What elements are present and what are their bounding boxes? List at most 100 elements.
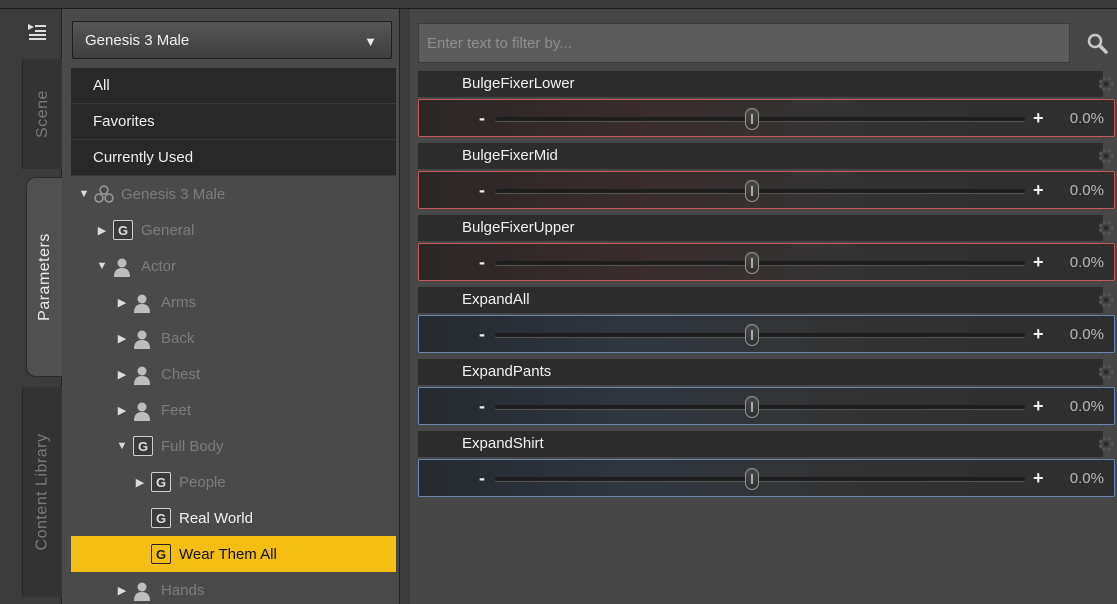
parameters-pane: Enter text to filter by... BulgeFixerLow…: [400, 9, 1117, 604]
tree-item-back[interactable]: ▶ Back: [71, 320, 396, 356]
decrement-button[interactable]: -: [479, 468, 485, 489]
tree-item-genesis-3-male[interactable]: ▼ Genesis 3 Male: [71, 176, 396, 212]
tree-item-label: Feet: [161, 401, 192, 419]
tab-scene-label: Scene: [33, 90, 51, 138]
filter-currently-used[interactable]: Currently Used: [71, 140, 396, 176]
tree-item-feet[interactable]: ▶ Feet: [71, 392, 396, 428]
parameter-label: ExpandPants: [418, 359, 1103, 385]
parameter-slider[interactable]: - + 0.0%: [418, 459, 1115, 497]
decrement-button[interactable]: -: [479, 180, 485, 201]
increment-button[interactable]: +: [1033, 468, 1044, 489]
tree-item-hands[interactable]: ▶ Hands: [71, 572, 396, 604]
decrement-button[interactable]: -: [479, 252, 485, 273]
search-icon[interactable]: [1080, 23, 1114, 63]
gear-icon[interactable]: [1095, 73, 1117, 95]
parameter-expandpants: ExpandPants - + 0.0%: [418, 359, 1117, 431]
parameter-value[interactable]: 0.0%: [1070, 398, 1104, 415]
expand-triangle-icon[interactable]: ▶: [95, 224, 109, 237]
gear-icon[interactable]: [1095, 145, 1117, 167]
filter-favorites[interactable]: Favorites: [71, 104, 396, 140]
gear-icon[interactable]: [1095, 217, 1117, 239]
parameter-slider[interactable]: - + 0.0%: [418, 171, 1115, 209]
filter-input[interactable]: Enter text to filter by...: [418, 23, 1070, 63]
tab-content-library-label: Content Library: [33, 433, 51, 551]
parameter-value[interactable]: 0.0%: [1070, 182, 1104, 199]
increment-button[interactable]: +: [1033, 108, 1044, 129]
parameter-label: ExpandShirt: [418, 431, 1103, 457]
parameter-slider[interactable]: - + 0.0%: [418, 315, 1115, 353]
expand-triangle-icon[interactable]: ▶: [133, 476, 147, 489]
slider-knob[interactable]: [745, 252, 759, 274]
parameter-slider[interactable]: - + 0.0%: [418, 243, 1115, 281]
parameter-value[interactable]: 0.0%: [1070, 326, 1104, 343]
slider-knob[interactable]: [745, 468, 759, 490]
slider-track[interactable]: [495, 405, 1025, 409]
parameter-slider[interactable]: - + 0.0%: [418, 99, 1115, 137]
tree-item-actor[interactable]: ▼ Actor: [71, 248, 396, 284]
parameter-label: BulgeFixerUpper: [418, 215, 1103, 241]
tree-item-people[interactable]: ▶ G People: [71, 464, 396, 500]
category-list: All Favorites Currently Used ▼ Genesis 3…: [71, 68, 396, 604]
slider-knob[interactable]: [745, 180, 759, 202]
tree-item-chest[interactable]: ▶ Chest: [71, 356, 396, 392]
filter-all[interactable]: All: [71, 68, 396, 104]
parameter-value[interactable]: 0.0%: [1070, 110, 1104, 127]
person-icon: [131, 399, 153, 421]
gear-icon[interactable]: [1095, 433, 1117, 455]
tree-item-label: Back: [161, 329, 195, 347]
gear-icon[interactable]: [1095, 361, 1117, 383]
decrement-button[interactable]: -: [479, 396, 485, 417]
tree-item-label: Real World: [179, 509, 253, 527]
tree-item-label: Wear Them All: [179, 545, 277, 563]
figure-select-value: Genesis 3 Male: [85, 31, 190, 49]
filter-placeholder: Enter text to filter by...: [427, 34, 572, 52]
tree-item-label: Arms: [161, 293, 196, 311]
tab-scene[interactable]: Scene: [22, 59, 62, 169]
tree-item-wear-them-all[interactable]: G Wear Them All: [71, 536, 396, 572]
expand-triangle-icon[interactable]: ▶: [115, 584, 129, 597]
tree-item-arms[interactable]: ▶ Arms: [71, 284, 396, 320]
person-icon: [111, 255, 133, 277]
increment-button[interactable]: +: [1033, 396, 1044, 417]
person-icon: [131, 363, 153, 385]
slider-track[interactable]: [495, 117, 1025, 121]
decrement-button[interactable]: -: [479, 324, 485, 345]
group-icon: G: [151, 472, 171, 492]
pane-menu-icon[interactable]: [22, 17, 52, 49]
gear-icon[interactable]: [1095, 289, 1117, 311]
expand-triangle-icon[interactable]: ▶: [115, 368, 129, 381]
side-tab-rail: Scene Parameters Content Library: [0, 9, 62, 604]
expand-triangle-icon[interactable]: ▶: [115, 332, 129, 345]
tree-item-label: Genesis 3 Male: [121, 185, 226, 203]
figure-select[interactable]: Genesis 3 Male ▼: [72, 21, 392, 59]
increment-button[interactable]: +: [1033, 180, 1044, 201]
expand-triangle-icon[interactable]: ▼: [77, 188, 91, 200]
tab-parameters[interactable]: Parameters: [26, 177, 62, 377]
slider-track[interactable]: [495, 189, 1025, 193]
person-icon: [131, 291, 153, 313]
tree-item-real-world[interactable]: G Real World: [71, 500, 396, 536]
expand-triangle-icon[interactable]: ▼: [95, 260, 109, 272]
slider-track[interactable]: [495, 477, 1025, 481]
tree-item-label: Hands: [161, 581, 205, 599]
expand-triangle-icon[interactable]: ▼: [115, 440, 129, 452]
tab-content-library[interactable]: Content Library: [22, 387, 62, 597]
parameter-slider[interactable]: - + 0.0%: [418, 387, 1115, 425]
decrement-button[interactable]: -: [479, 108, 485, 129]
slider-track[interactable]: [495, 261, 1025, 265]
increment-button[interactable]: +: [1033, 324, 1044, 345]
group-icon: G: [151, 508, 171, 528]
slider-knob[interactable]: [745, 108, 759, 130]
tree-item-full-body[interactable]: ▼ G Full Body: [71, 428, 396, 464]
parameter-value[interactable]: 0.0%: [1070, 254, 1104, 271]
category-pane: Genesis 3 Male ▼ All Favorites Currently…: [62, 9, 400, 604]
parameter-expandshirt: ExpandShirt - + 0.0%: [418, 431, 1117, 503]
slider-knob[interactable]: [745, 324, 759, 346]
expand-triangle-icon[interactable]: ▶: [115, 296, 129, 309]
slider-knob[interactable]: [745, 396, 759, 418]
slider-track[interactable]: [495, 333, 1025, 337]
tree-item-general[interactable]: ▶ G General: [71, 212, 396, 248]
expand-triangle-icon[interactable]: ▶: [115, 404, 129, 417]
increment-button[interactable]: +: [1033, 252, 1044, 273]
parameter-value[interactable]: 0.0%: [1070, 470, 1104, 487]
